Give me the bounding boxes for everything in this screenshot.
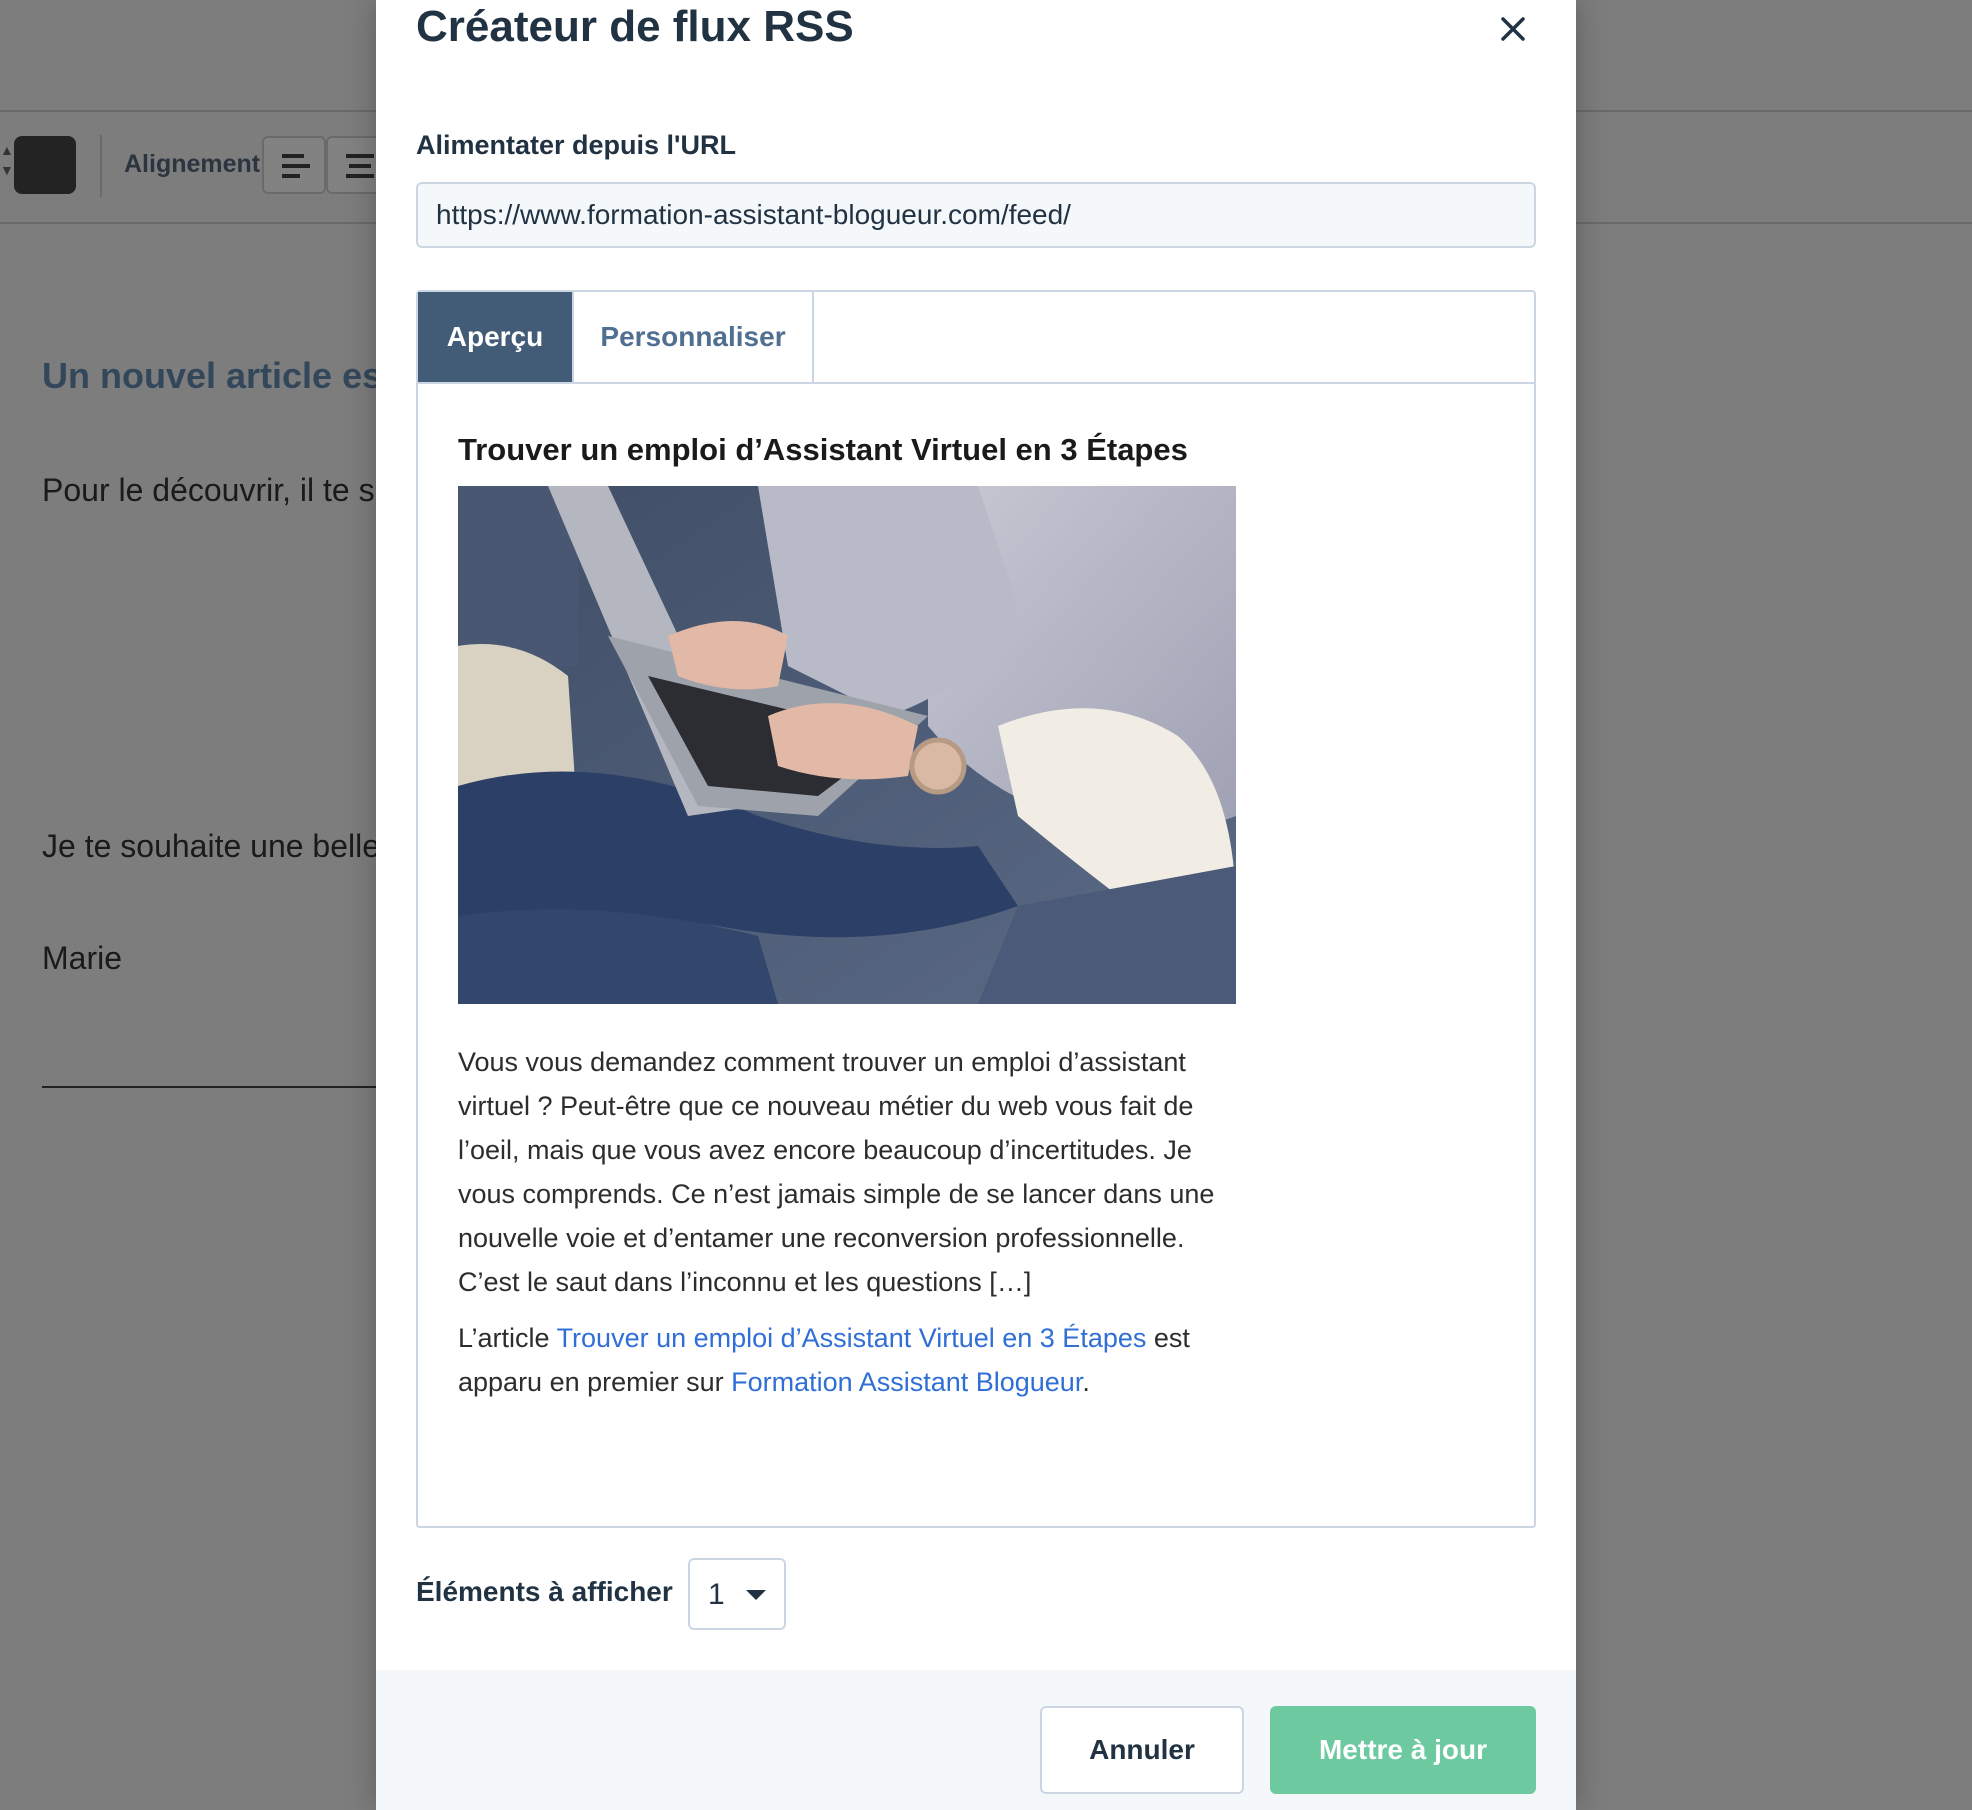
tabs-panel: Aperçu Personnaliser Trouver un emploi d… — [416, 290, 1536, 1528]
align-center-icon — [346, 154, 374, 180]
site-link[interactable]: Formation Assistant Blogueur — [731, 1367, 1082, 1397]
rss-builder-modal: Créateur de flux RSS Alimentater depuis … — [376, 0, 1576, 1810]
items-count-select[interactable]: 1 — [688, 1558, 786, 1630]
update-button[interactable]: Mettre à jour — [1270, 1706, 1536, 1794]
modal-footer: Annuler Mettre à jour — [376, 1670, 1576, 1810]
caret-down-icon — [746, 1590, 766, 1600]
laptop-photo-icon — [458, 486, 1236, 1004]
align-left-icon — [282, 154, 310, 180]
align-left-button[interactable] — [262, 136, 326, 194]
stepper-arrows-icon[interactable]: ▲ ▼ — [0, 140, 14, 190]
cancel-button[interactable]: Annuler — [1040, 1706, 1244, 1794]
post-excerpt: Vous vous demandez comment trouver un em… — [458, 1047, 1215, 1297]
feed-preview: Trouver un emploi d’Assistant Virtuel en… — [458, 432, 1238, 1404]
footer-text: . — [1082, 1367, 1090, 1397]
items-count-value: 1 — [708, 1578, 725, 1611]
tab-preview[interactable]: Aperçu — [418, 292, 572, 382]
email-paragraph: Pour le découvrir, il te su — [42, 472, 393, 508]
tab-customize[interactable]: Personnaliser — [572, 292, 814, 382]
alignment-label: Alignement — [124, 150, 261, 178]
email-heading: Un nouvel article est — [42, 355, 395, 396]
color-swatch[interactable] — [14, 136, 76, 194]
toolbar-divider — [100, 135, 102, 197]
email-paragraph: Je te souhaite une belle — [42, 828, 381, 864]
items-count-label: Éléments à afficher — [416, 1576, 673, 1607]
feed-url-input[interactable] — [416, 182, 1536, 248]
close-button[interactable] — [1490, 6, 1536, 52]
divider-line — [42, 1086, 382, 1088]
post-title: Trouver un emploi d’Assistant Virtuel en… — [458, 432, 1188, 467]
footer-text: L’article — [458, 1323, 557, 1353]
post-link[interactable]: Trouver un emploi d’Assistant Virtuel en… — [557, 1323, 1147, 1353]
modal-title: Créateur de flux RSS — [416, 2, 854, 51]
close-icon — [1501, 17, 1525, 41]
tab-bar: Aperçu Personnaliser — [418, 292, 1534, 384]
post-footer: L’article Trouver un emploi d’Assistant … — [458, 1316, 1238, 1404]
url-label: Alimentater depuis l'URL — [416, 130, 736, 160]
email-signature: Marie — [42, 940, 123, 976]
